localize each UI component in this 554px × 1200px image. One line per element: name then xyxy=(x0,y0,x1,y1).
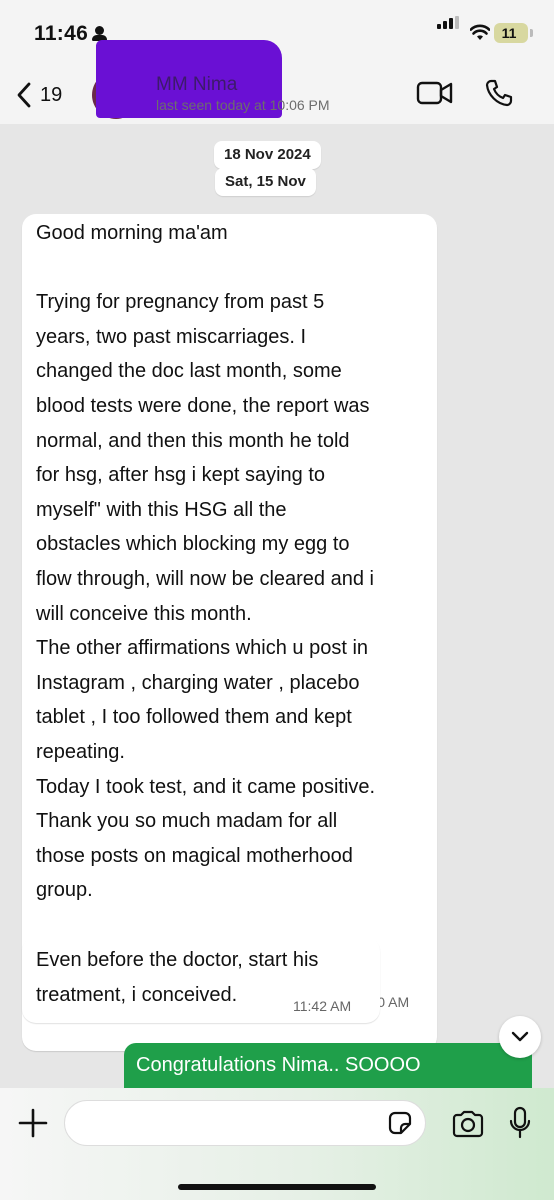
sticker-icon[interactable] xyxy=(388,1111,412,1135)
received-message[interactable]: Even before the doctor, start his treatm… xyxy=(22,937,380,1023)
date-divider: Sat, 15 Nov xyxy=(215,168,316,196)
wifi-icon xyxy=(470,24,490,40)
date-divider: 18 Nov 2024 xyxy=(214,141,321,169)
battery-level: 11 xyxy=(501,25,517,41)
chat-messages[interactable]: 18 Nov 2024 Sat, 15 Nov Good morning ma'… xyxy=(0,124,554,1090)
received-message[interactable]: Good morning ma'am Trying for pregnancy … xyxy=(22,214,437,1051)
status-time: 11:46 xyxy=(34,22,89,45)
message-text: Congratulations Nima.. SOOOO xyxy=(136,1054,421,1076)
chevron-down-icon xyxy=(511,1031,529,1042)
message-time: 11:42 AM xyxy=(293,998,352,1014)
message-text: Good morning ma'am Trying for pregnancy … xyxy=(36,222,376,902)
unread-count: 19 xyxy=(40,83,63,106)
camera-icon[interactable] xyxy=(451,1110,485,1138)
battery-cap xyxy=(530,29,533,37)
video-camera-icon[interactable] xyxy=(416,80,454,106)
scroll-to-bottom-button[interactable] xyxy=(499,1016,541,1058)
back-button[interactable]: 19 xyxy=(16,78,76,112)
last-seen-status: last seen today at 10:06 PM xyxy=(156,97,330,113)
battery-icon: 11 xyxy=(494,23,528,43)
plus-icon[interactable] xyxy=(16,1106,50,1140)
home-indicator[interactable] xyxy=(178,1184,376,1190)
message-composer xyxy=(0,1088,554,1200)
chevron-left-icon xyxy=(17,82,31,108)
person-status-icon xyxy=(92,26,107,41)
microphone-icon[interactable] xyxy=(508,1106,532,1140)
phone-icon[interactable] xyxy=(484,78,514,108)
message-input[interactable] xyxy=(64,1100,426,1146)
contact-name[interactable]: MM Nima xyxy=(156,74,237,96)
